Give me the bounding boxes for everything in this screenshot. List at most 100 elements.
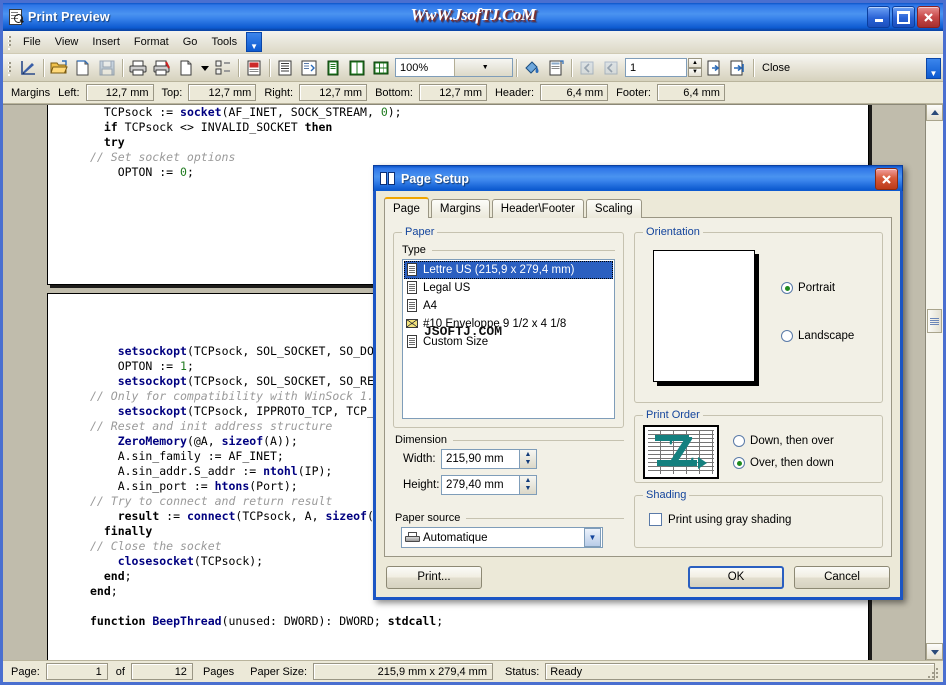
page-spinner[interactable]: ▲ ▼ bbox=[688, 58, 702, 77]
two-page-icon[interactable] bbox=[346, 57, 368, 79]
tab-page[interactable]: Page bbox=[384, 197, 429, 218]
vertical-scrollbar[interactable] bbox=[925, 104, 943, 660]
width-input[interactable]: 215,90 mm bbox=[441, 449, 519, 469]
prev-page-icon[interactable] bbox=[600, 57, 622, 79]
toolbar-separator bbox=[753, 59, 754, 77]
paper-source-combobox[interactable]: Automatique ▼ bbox=[401, 527, 603, 548]
page-number-input[interactable]: 1 bbox=[625, 58, 687, 77]
save-icon[interactable] bbox=[96, 57, 118, 79]
one-page-icon[interactable] bbox=[274, 57, 296, 79]
status-status-value: Ready bbox=[545, 663, 935, 680]
page-color-icon[interactable] bbox=[243, 57, 265, 79]
resize-grip-icon[interactable] bbox=[927, 667, 939, 679]
scrollbar-track[interactable] bbox=[926, 121, 943, 643]
width-row: Width: 215,90 mm ▲ ▼ bbox=[393, 449, 624, 469]
margin-footer-label: Footer: bbox=[608, 87, 657, 99]
menu-tools[interactable]: Tools bbox=[204, 33, 244, 51]
thumbnails-icon[interactable] bbox=[212, 57, 234, 79]
toolbar-overflow-chevron-down-icon[interactable]: ▼ bbox=[926, 58, 941, 79]
gray-shading-checkbox[interactable] bbox=[649, 513, 662, 526]
paper-type-item-label: Lettre US (215,9 x 279,4 mm) bbox=[423, 264, 574, 276]
height-spin-down[interactable]: ▼ bbox=[525, 485, 532, 493]
height-input[interactable]: 279,40 mm bbox=[441, 475, 519, 495]
dropdown-arrow-icon[interactable] bbox=[199, 57, 210, 79]
menu-file[interactable]: File bbox=[16, 33, 48, 51]
paper-type-item-custom-size[interactable]: Custom Size bbox=[404, 333, 613, 351]
paper-source-chevron-down-icon[interactable]: ▼ bbox=[584, 528, 601, 547]
open-folder-icon[interactable] bbox=[48, 57, 70, 79]
paper-type-listbox[interactable]: Lettre US (215,9 x 279,4 mm) Legal US A4 bbox=[402, 259, 615, 419]
height-spin-buttons[interactable]: ▲ ▼ bbox=[519, 475, 537, 495]
status-page-value[interactable]: 1 bbox=[46, 663, 108, 680]
menubar-gripper[interactable] bbox=[6, 34, 14, 50]
zoom-combobox[interactable]: 100% ▼ bbox=[395, 58, 513, 77]
height-spinbox[interactable]: 279,40 mm ▲ ▼ bbox=[441, 475, 537, 495]
minimize-button[interactable] bbox=[867, 6, 890, 28]
paper-source-label-row: Paper source bbox=[393, 512, 624, 524]
height-spin-up[interactable]: ▲ bbox=[525, 477, 532, 485]
close-preview-button[interactable]: Close bbox=[757, 60, 795, 76]
width-spinbox[interactable]: 215,90 mm ▲ ▼ bbox=[441, 449, 537, 469]
ok-button[interactable]: OK bbox=[688, 566, 784, 589]
menu-overflow-chevron-down-icon[interactable]: ▼ bbox=[246, 32, 262, 52]
zoom-chevron-down-icon[interactable]: ▼ bbox=[454, 59, 513, 76]
dialog-close-button[interactable] bbox=[875, 168, 898, 190]
page-color-fill-icon[interactable] bbox=[521, 57, 543, 79]
width-spin-up[interactable]: ▲ bbox=[525, 451, 532, 459]
orientation-landscape-label: Landscape bbox=[798, 330, 854, 342]
margin-right-field[interactable]: 12,7 mm bbox=[299, 84, 367, 101]
width-spin-down[interactable]: ▼ bbox=[525, 459, 532, 467]
print-preview-icon[interactable] bbox=[17, 57, 39, 79]
first-page-icon[interactable] bbox=[576, 57, 598, 79]
print-setup-icon[interactable] bbox=[151, 57, 173, 79]
two-page-facing-icon[interactable] bbox=[298, 57, 320, 79]
scroll-down-icon[interactable] bbox=[926, 643, 943, 660]
margin-top-field[interactable]: 12,7 mm bbox=[188, 84, 256, 101]
print-order-down-then-over-option[interactable]: Down, then over bbox=[733, 435, 834, 447]
scroll-up-icon[interactable] bbox=[926, 104, 943, 121]
close-button[interactable] bbox=[917, 6, 940, 28]
next-page-icon[interactable] bbox=[703, 57, 725, 79]
header-footer-icon[interactable] bbox=[545, 57, 567, 79]
orientation-landscape-option[interactable]: Landscape bbox=[781, 330, 854, 342]
tab-scaling[interactable]: Scaling bbox=[586, 199, 642, 218]
print-icon[interactable] bbox=[127, 57, 149, 79]
multi-page-icon[interactable] bbox=[370, 57, 392, 79]
cancel-button[interactable]: Cancel bbox=[794, 566, 890, 589]
shading-group-label: Shading bbox=[643, 489, 689, 501]
paper-type-item-letter-us[interactable]: Lettre US (215,9 x 279,4 mm) bbox=[404, 261, 613, 279]
radio-down-then-over-icon[interactable] bbox=[733, 435, 745, 447]
menu-insert[interactable]: Insert bbox=[85, 33, 127, 51]
tab-header-footer[interactable]: Header\Footer bbox=[492, 199, 584, 218]
print-button[interactable]: Print... bbox=[386, 566, 482, 589]
paper-type-item-legal-us[interactable]: Legal US bbox=[404, 279, 613, 297]
orientation-portrait-option[interactable]: Portrait bbox=[781, 282, 854, 294]
margin-left-field[interactable]: 12,7 mm bbox=[86, 84, 154, 101]
page-spin-up[interactable]: ▲ bbox=[688, 58, 702, 68]
page-setup-icon[interactable] bbox=[175, 57, 197, 79]
paper-type-item-envelope[interactable]: #10 Enveloppe 9 1/2 x 4 1/8 bbox=[404, 315, 613, 333]
margin-footer-field[interactable]: 6,4 mm bbox=[657, 84, 725, 101]
toolbar-gripper[interactable] bbox=[6, 60, 14, 76]
scrollbar-thumb[interactable] bbox=[927, 309, 942, 333]
new-document-icon[interactable] bbox=[72, 57, 94, 79]
margin-header-field[interactable]: 6,4 mm bbox=[540, 84, 608, 101]
radio-portrait-icon[interactable] bbox=[781, 282, 793, 294]
menu-format[interactable]: Format bbox=[127, 33, 176, 51]
tab-margins[interactable]: Margins bbox=[431, 199, 490, 218]
print-order-group: Print Order Z bbox=[634, 409, 883, 483]
menu-go[interactable]: Go bbox=[176, 33, 205, 51]
margin-bottom-field[interactable]: 12,7 mm bbox=[419, 84, 487, 101]
maximize-button[interactable] bbox=[892, 6, 915, 28]
single-page-icon[interactable] bbox=[322, 57, 344, 79]
width-spin-buttons[interactable]: ▲ ▼ bbox=[519, 449, 537, 469]
radio-landscape-icon[interactable] bbox=[781, 330, 793, 342]
last-page-icon[interactable] bbox=[727, 57, 749, 79]
paper-type-item-a4[interactable]: A4 bbox=[404, 297, 613, 315]
page-spin-down[interactable]: ▼ bbox=[688, 68, 702, 78]
radio-over-then-down-icon[interactable] bbox=[733, 457, 745, 469]
status-total-pages[interactable]: 12 bbox=[131, 663, 193, 680]
gray-shading-checkbox-row[interactable]: Print using gray shading bbox=[649, 513, 874, 526]
menu-view[interactable]: View bbox=[48, 33, 86, 51]
print-order-over-then-down-option[interactable]: Over, then down bbox=[733, 457, 834, 469]
